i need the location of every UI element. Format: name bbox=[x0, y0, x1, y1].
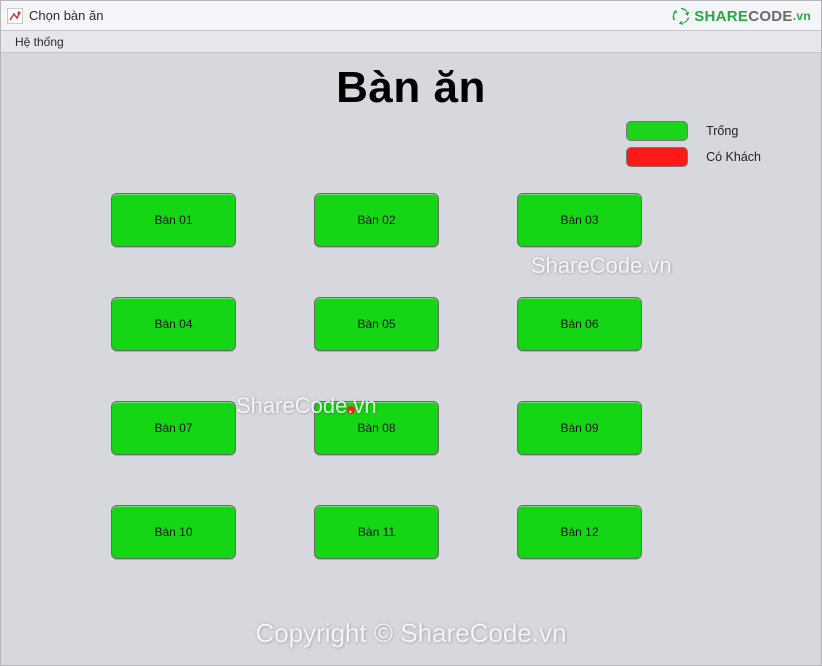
menu-system[interactable]: Hệ thống bbox=[9, 33, 70, 51]
table-button-05[interactable]: Bàn 05 bbox=[314, 297, 439, 351]
table-button-03[interactable]: Bàn 03 bbox=[517, 193, 642, 247]
table-label: Bàn 08 bbox=[357, 421, 395, 435]
brand-code: CODE bbox=[748, 8, 793, 25]
table-label: Bàn 03 bbox=[560, 213, 598, 227]
table-label: Bàn 11 bbox=[358, 525, 395, 539]
swatch-empty bbox=[626, 121, 688, 141]
table-grid: Bàn 01 Bàn 02 Bàn 03 Bàn 04 Bàn 05 Bàn 0… bbox=[111, 193, 721, 559]
brand-logo: SHARECODE.vn bbox=[672, 5, 811, 27]
table-label: Bàn 01 bbox=[154, 213, 192, 227]
app-window: Chọn bàn ăn SHARECODE.vn Hệ thống Bàn ăn… bbox=[0, 0, 822, 666]
page-title: Bàn ăn bbox=[1, 63, 821, 113]
app-icon bbox=[7, 8, 23, 24]
menubar: Hệ thống bbox=[1, 31, 821, 53]
window-title: Chọn bàn ăn bbox=[29, 8, 103, 23]
swatch-occupied bbox=[626, 147, 688, 167]
table-button-02[interactable]: Bàn 02 bbox=[314, 193, 439, 247]
table-button-10[interactable]: Bàn 10 bbox=[111, 505, 236, 559]
recycle-icon bbox=[672, 7, 690, 25]
table-label: Bàn 09 bbox=[560, 421, 598, 435]
watermark-copyright: Copyright © ShareCode.vn bbox=[1, 618, 821, 649]
table-label: Bàn 07 bbox=[154, 421, 192, 435]
content-area: Bàn ăn Trống Có Khách Bàn 01 Bàn 02 Bàn … bbox=[1, 53, 821, 665]
table-label: Bàn 12 bbox=[560, 525, 598, 539]
table-button-07[interactable]: Bàn 07 bbox=[111, 401, 236, 455]
titlebar: Chọn bàn ăn SHARECODE.vn bbox=[1, 1, 821, 31]
table-button-06[interactable]: Bàn 06 bbox=[517, 297, 642, 351]
table-button-08[interactable]: Bàn 08 bbox=[314, 401, 439, 455]
brand-suffix: .vn bbox=[793, 9, 811, 23]
table-label: Bàn 02 bbox=[357, 213, 395, 227]
legend-empty: Trống bbox=[626, 121, 761, 141]
table-button-12[interactable]: Bàn 12 bbox=[517, 505, 642, 559]
legend-occupied: Có Khách bbox=[626, 147, 761, 167]
table-button-04[interactable]: Bàn 04 bbox=[111, 297, 236, 351]
table-button-11[interactable]: Bàn 11 bbox=[314, 505, 439, 559]
legend-occupied-label: Có Khách bbox=[706, 150, 761, 164]
legend-empty-label: Trống bbox=[706, 124, 738, 138]
table-button-01[interactable]: Bàn 01 bbox=[111, 193, 236, 247]
table-label: Bàn 10 bbox=[154, 525, 192, 539]
table-label: Bàn 05 bbox=[357, 317, 395, 331]
brand-share: SHARE bbox=[694, 8, 748, 25]
table-button-09[interactable]: Bàn 09 bbox=[517, 401, 642, 455]
legend: Trống Có Khách bbox=[626, 121, 761, 167]
table-label: Bàn 04 bbox=[154, 317, 192, 331]
table-label: Bàn 06 bbox=[560, 317, 598, 331]
